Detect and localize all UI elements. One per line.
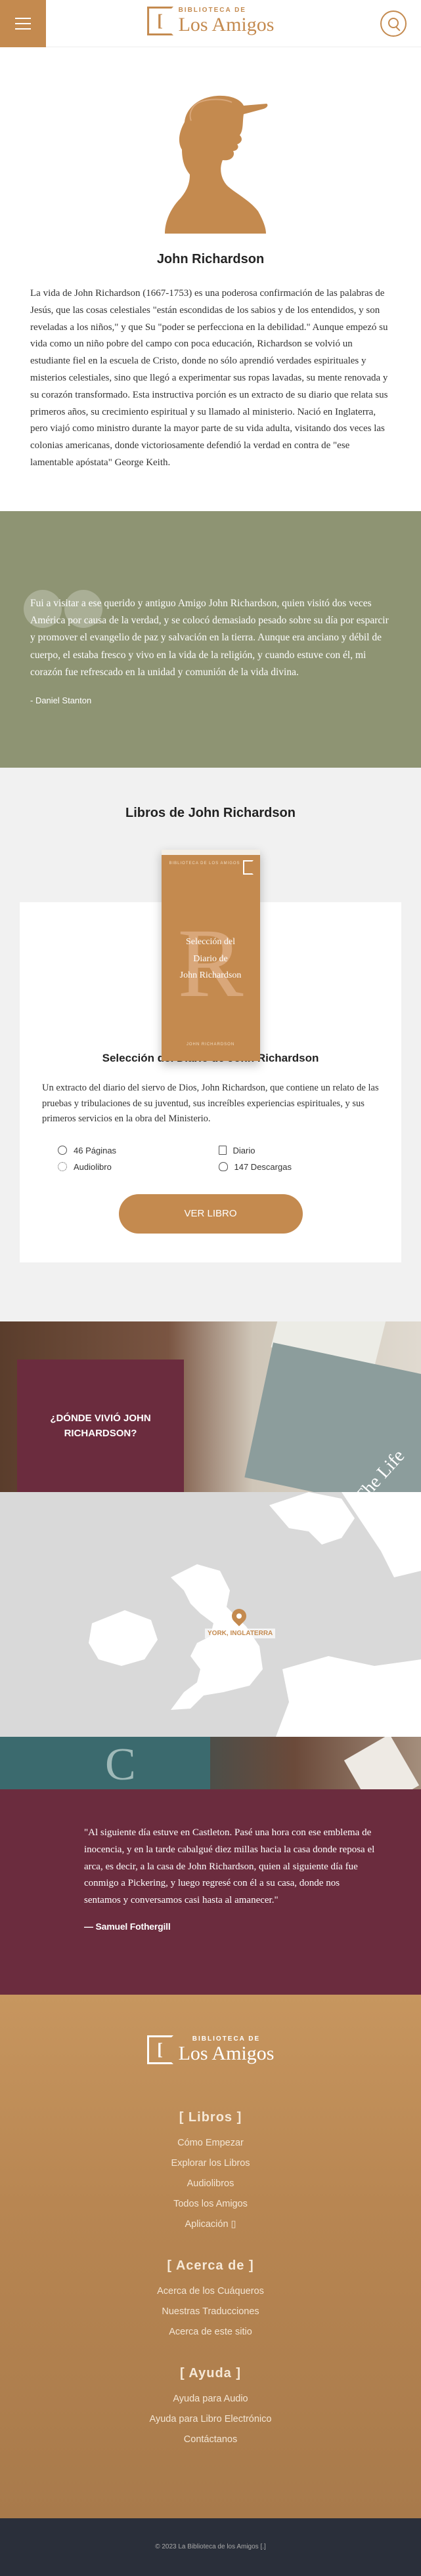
books-section: Libros de John Richardson BIBLIOTECA DE … [0, 768, 421, 1321]
logo-mark-icon: [ [146, 7, 173, 35]
book-cover-wrapper: BIBLIOTECA DE LOS AMIGOS R Selección del… [20, 850, 401, 1062]
logo-big-text: Los Amigos [178, 14, 275, 35]
footer-link[interactable]: Explorar los Libros [0, 2153, 421, 2174]
footer-heading: [ Libros ] [179, 2109, 242, 2125]
quote-text: "Al siguiente día estuve en Castleton. P… [84, 1827, 375, 1906]
footer-link[interactable]: Contáctanos [0, 2430, 421, 2450]
map-location-label: YORK, INGLATERRA [205, 1628, 276, 1638]
author-name: John Richardson [156, 252, 265, 266]
meta-downloads: 147 Descargas [218, 1162, 380, 1172]
meta-type: Diario [218, 1146, 380, 1155]
search-icon[interactable] [380, 10, 407, 37]
cloud-download-icon [218, 1162, 228, 1172]
where-lived-section: The Life ¿DÓNDE VIVIÓ JOHN RICHARDSON? [0, 1321, 421, 1492]
logo-small-text: BIBLIOTECA DE [178, 7, 246, 14]
footer-link[interactable]: Ayuda para Audio [0, 2389, 421, 2409]
footer-help: [ Ayuda ] Ayuda para Audio Ayuda para Li… [0, 2366, 421, 2450]
testimonial-author: - Daniel Stanton [30, 696, 92, 706]
copyright-bar: © 2023 La Biblioteca de los Amigos [.] [0, 2518, 421, 2576]
logo-mark-icon: [ [146, 2035, 173, 2064]
footer-link[interactable]: Ayuda para Libro Electrónico [0, 2409, 421, 2430]
view-book-button[interactable]: VER LIBRO [118, 1194, 303, 1234]
where-lived-heading: ¿DÓNDE VIVIÓ JOHN RICHARDSON? [50, 1412, 151, 1439]
cover-author: JOHN RICHARDSON [186, 1043, 235, 1047]
meta-pages: 46 Páginas [58, 1146, 219, 1155]
footer-about: [ Acerca de ] Acerca de los Cuáqueros Nu… [0, 2258, 421, 2342]
quote-section: "Al siguiente día estuve en Castleton. P… [0, 1789, 421, 1995]
map-image [0, 1491, 421, 1737]
footer-link[interactable]: Todos los Amigos [0, 2194, 421, 2214]
bookmark-icon [218, 1146, 227, 1155]
book-meta: 46 Páginas Diario Audiolibro 147 Descarg… [58, 1146, 379, 1172]
audio-icon [58, 1162, 67, 1172]
decorative-books-banner: C [0, 1736, 421, 1789]
cover-series: BIBLIOTECA DE LOS AMIGOS [169, 862, 240, 866]
footer-link[interactable]: Acerca de los Cuáqueros [0, 2281, 421, 2302]
decorative-book-image: The Life [244, 1342, 421, 1492]
clock-icon [58, 1146, 67, 1155]
testimonial-section: Fui a visitar a ese querido y antiguo Am… [0, 510, 421, 768]
hamburger-icon[interactable] [0, 0, 46, 47]
footer-heading: [ Acerca de ] [167, 2258, 254, 2273]
quote-author: — Samuel Fothergill [84, 1921, 171, 1932]
site-header: [ BIBLIOTECA DE Los Amigos [0, 0, 421, 47]
footer-link[interactable]: Audiolibros [0, 2174, 421, 2194]
footer-link[interactable]: Aplicación ▯ [0, 2214, 421, 2235]
book-cover[interactable]: BIBLIOTECA DE LOS AMIGOS R Selección del… [161, 850, 260, 1062]
footer-logo[interactable]: [ BIBLIOTECA DE Los Amigos [0, 2035, 421, 2064]
footer-books: [ Libros ] Cómo Empezar Explorar los Lib… [0, 2110, 421, 2235]
site-logo[interactable]: [ BIBLIOTECA DE Los Amigos [146, 7, 275, 35]
footer-link[interactable]: Cómo Empezar [0, 2133, 421, 2153]
where-lived-box: ¿DÓNDE VIVIÓ JOHN RICHARDSON? [17, 1359, 184, 1492]
author-biography: La vida de John Richardson (1667-1753) e… [30, 288, 388, 468]
book-description: Un extracto del diario del siervo de Dio… [42, 1083, 379, 1125]
cover-title: Selección del Diario de John Richardson [179, 937, 242, 980]
testimonial-text: Fui a visitar a ese querido y antiguo Am… [30, 597, 389, 678]
location-map[interactable]: YORK, INGLATERRA [0, 1491, 421, 1737]
bio-section: John Richardson La vida de John Richards… [0, 47, 421, 511]
footer-link[interactable]: Acerca de este sitio [0, 2322, 421, 2342]
cover-logo-icon [242, 860, 254, 875]
site-footer: [ BIBLIOTECA DE Los Amigos [ Libros ] Có… [0, 1994, 421, 2518]
footer-heading: [ Ayuda ] [179, 2365, 242, 2380]
author-silhouette-image [164, 95, 267, 234]
footer-link[interactable]: Nuestras Traducciones [0, 2302, 421, 2322]
books-heading: Libros de John Richardson [125, 806, 296, 821]
meta-audio: Audiolibro [58, 1162, 219, 1172]
